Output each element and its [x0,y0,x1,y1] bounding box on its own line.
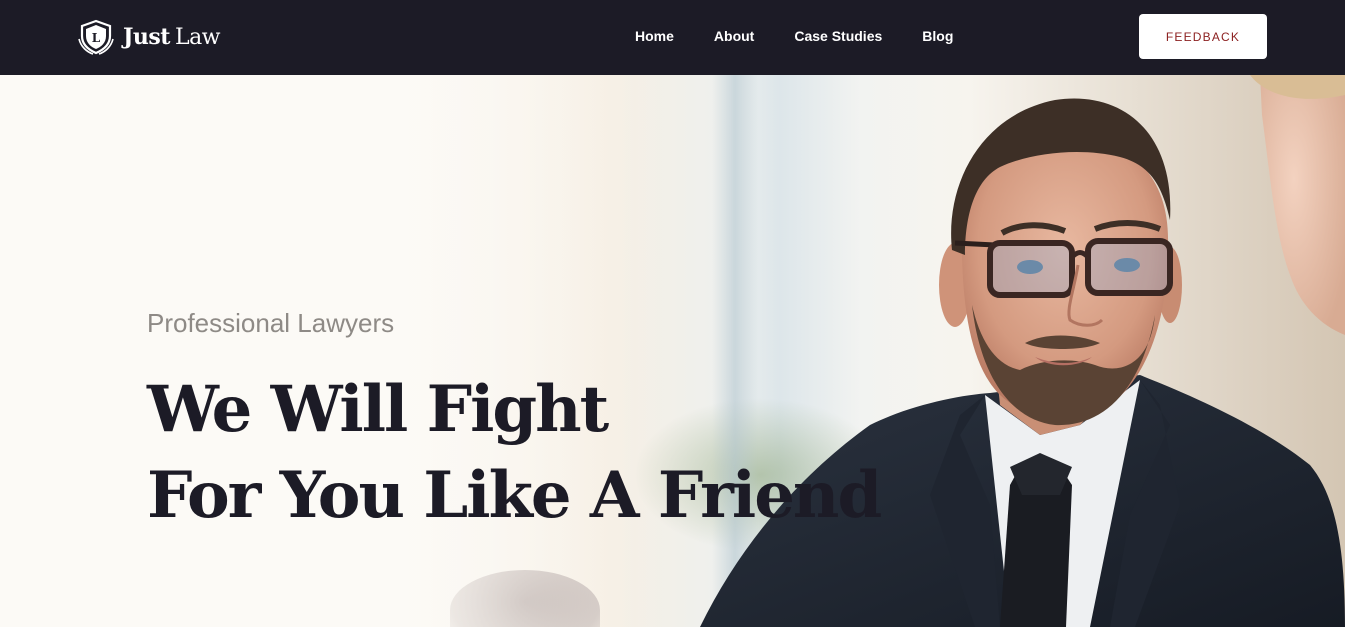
hero-headline-line-1: We Will Fight [147,372,609,447]
nav-about[interactable]: About [714,26,754,46]
nav-blog[interactable]: Blog [922,26,953,46]
hero-headline: We Will Fight For You Like A Friend [147,367,882,539]
svg-text:L: L [92,31,101,45]
site-logo[interactable]: L Just Law [77,19,221,55]
nav-case-studies[interactable]: Case Studies [794,26,882,46]
nav-home[interactable]: Home [635,26,674,46]
brand-name-bold: Just [123,24,170,50]
shield-icon: L [78,19,114,55]
hero-section: Professional Lawyers We Will Fight For Y… [0,75,1345,627]
hero-headline-line-2: For You Like A Friend [147,458,882,533]
brand-name-light: Law [174,25,221,50]
feedback-button[interactable]: FEEDBACK [1139,14,1267,59]
top-navbar: L Just Law Home About Case Studies Blog F… [0,0,1345,75]
hero-content: Professional Lawyers We Will Fight For Y… [147,305,882,539]
main-nav: Home About Case Studies Blog [635,26,953,46]
brand-name: Just Law [123,24,221,50]
hero-subtitle: Professional Lawyers [147,308,395,338]
